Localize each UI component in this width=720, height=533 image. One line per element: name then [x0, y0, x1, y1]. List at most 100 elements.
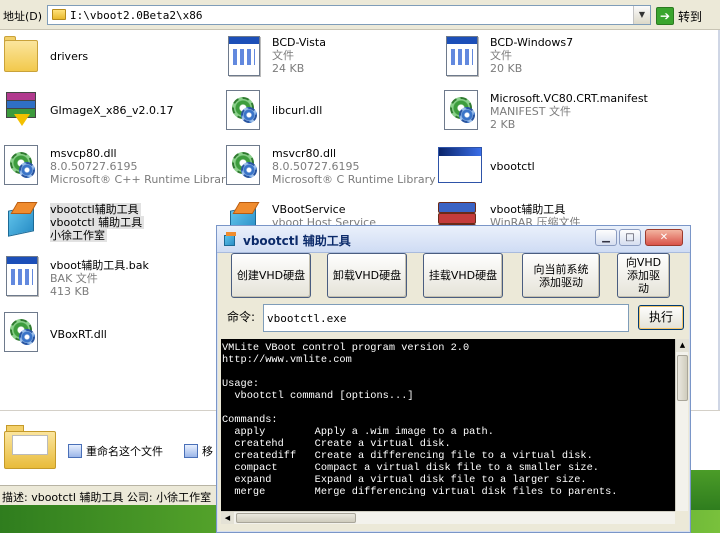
task-label: 移 — [202, 445, 213, 458]
cube-icon — [223, 232, 237, 246]
file-name: VBoxRT.dll — [50, 328, 107, 341]
file-name: vbootctl — [490, 160, 535, 173]
address-label: 地址(D) — [3, 10, 43, 23]
file-type: 文件 — [490, 49, 512, 62]
file-item-drivers[interactable]: drivers — [0, 34, 210, 90]
console-line: apply Apply a .wim image to a path. — [222, 426, 494, 438]
command-label: 命令: — [227, 310, 256, 324]
file-type: 文件 — [272, 49, 294, 62]
close-button[interactable]: ✕ — [645, 229, 683, 246]
file-description: Microsoft® C Runtime Library — [272, 173, 436, 186]
console-line: merge Merge differencing virtual disk fi… — [222, 486, 618, 498]
dll-gear-icon — [222, 143, 266, 187]
command-input[interactable]: vbootctl.exe — [263, 304, 629, 332]
folder-icon — [52, 9, 66, 20]
file-name: VBootService — [272, 203, 346, 216]
console-line: Commands: — [222, 414, 278, 426]
go-label: 转到 — [678, 9, 703, 24]
unmount-vhd-button[interactable]: 卸载VHD硬盘 — [327, 253, 407, 298]
address-input[interactable]: I:\vboot2.0Beta2\x86 ▼ — [47, 5, 651, 25]
console-line: http://www.vmlite.com — [222, 354, 352, 366]
file-company: 小徐工作室 — [50, 229, 107, 242]
console-line: expand Expand a virtual disk file to a l… — [222, 474, 587, 486]
file-name: libcurl.dll — [272, 104, 323, 117]
file-name: msvcp80.dll — [50, 147, 117, 160]
maximize-button[interactable]: □ — [619, 229, 641, 246]
minimize-button[interactable]: ▁ — [595, 229, 617, 246]
dll-gear-icon — [0, 143, 44, 187]
console-line: vbootctl command [options...] — [222, 390, 414, 402]
file-description: Microsoft® C++ Runtime Library — [50, 173, 233, 186]
file-name: BCD-Windows7 — [490, 36, 574, 49]
document-icon — [440, 34, 484, 78]
file-size: 24 KB — [272, 62, 305, 75]
execute-button[interactable]: 执行 — [638, 305, 684, 330]
move-icon — [184, 444, 198, 458]
dialog-title-bar[interactable]: vbootctl 辅助工具 ▁ □ ✕ — [217, 226, 690, 253]
file-name: Microsoft.VC80.CRT.manifest — [490, 92, 648, 105]
file-description: vbootctl 辅助工具 — [50, 216, 145, 229]
file-size: 413 KB — [50, 285, 90, 298]
file-size: 2 KB — [490, 118, 516, 131]
console-vertical-scrollbar[interactable]: ▲ — [675, 339, 689, 511]
address-path[interactable]: I:\vboot2.0Beta2\x86 — [70, 9, 202, 22]
archive-installer-icon — [0, 88, 44, 132]
file-name: BCD-Vista — [272, 36, 326, 49]
file-item-vbootctl[interactable]: vbootctl — [436, 143, 676, 199]
file-item-vc80-manifest[interactable]: Microsoft.VC80.CRT.manifest MANIFEST 文件 … — [440, 88, 680, 144]
folder-icon — [4, 425, 56, 469]
file-name: GImageX_x86_v2.0.17 — [50, 104, 174, 117]
mount-vhd-button[interactable]: 挂载VHD硬盘 — [423, 253, 503, 298]
file-item-vboxrt[interactable]: VBoxRT.dll — [0, 310, 210, 366]
console-line: createhd Create a virtual disk. — [222, 438, 451, 450]
console-horizontal-scrollbar[interactable]: ◀ — [221, 511, 675, 524]
file-type: MANIFEST 文件 — [490, 105, 571, 118]
file-name: vboot辅助工具.bak — [50, 259, 149, 272]
task-rename[interactable]: 重命名这个文件 — [68, 443, 163, 459]
console-line: compact Compact a virtual disk file to a… — [222, 462, 599, 474]
file-item-bcd-windows7[interactable]: BCD-Windows7 文件 20 KB — [440, 34, 680, 90]
chevron-down-icon[interactable]: ▼ — [633, 6, 650, 24]
status-text: 描述: vbootctl 辅助工具 公司: 小徐工作室 — [2, 491, 212, 504]
document-icon — [222, 34, 266, 78]
dialog-title: vbootctl 辅助工具 — [243, 234, 351, 248]
cube-icon — [0, 198, 44, 242]
scroll-up-icon[interactable]: ▲ — [676, 339, 689, 352]
file-item-bcd-vista[interactable]: BCD-Vista 文件 24 KB — [222, 34, 432, 90]
console-line: creatediff Create a differencing file to… — [222, 450, 593, 462]
file-item-msvcp80[interactable]: msvcp80.dll 8.0.50727.6195 Microsoft® C+… — [0, 143, 232, 199]
dll-gear-icon — [222, 88, 266, 132]
document-icon — [0, 254, 44, 298]
create-vhd-button[interactable]: 创建VHD硬盘 — [231, 253, 311, 298]
console-line: VMLite VBoot control program version 2.0 — [222, 342, 470, 354]
file-item-gimagex[interactable]: GImageX_x86_v2.0.17 — [0, 88, 210, 144]
file-name: vbootctl辅助工具 — [50, 203, 141, 216]
scroll-thumb[interactable] — [236, 513, 356, 523]
console-line: Usage: — [222, 378, 260, 390]
file-item-msvcr80[interactable]: msvcr80.dll 8.0.50727.6195 Microsoft® C … — [222, 143, 436, 199]
vbootctl-tool-dialog: vbootctl 辅助工具 ▁ □ ✕ 创建VHD硬盘 卸载VHD硬盘 挂载VH… — [216, 225, 691, 533]
add-driver-to-vhd-button[interactable]: 向VHD添加驱动 — [617, 253, 670, 298]
file-version: 8.0.50727.6195 — [272, 160, 360, 173]
file-size: 20 KB — [490, 62, 523, 75]
scroll-thumb[interactable] — [677, 355, 688, 401]
go-button[interactable]: ➔ 转到 — [656, 6, 702, 26]
task-move[interactable]: 移 — [184, 443, 213, 459]
scroll-left-icon[interactable]: ◀ — [221, 512, 234, 524]
file-type: BAK 文件 — [50, 272, 98, 285]
file-item-vbootctl-tool[interactable]: vbootctl辅助工具 vbootctl 辅助工具 小徐工作室 — [0, 198, 218, 254]
desktop-background-edge — [690, 470, 720, 510]
address-bar: 地址(D) I:\vboot2.0Beta2\x86 ▼ ➔ 转到 — [0, 0, 720, 30]
add-driver-to-system-button[interactable]: 向当前系统添加驱动 — [522, 253, 600, 298]
console-output[interactable]: VMLite VBoot control program version 2.0… — [221, 339, 675, 511]
file-name: vboot辅助工具 — [490, 203, 566, 216]
file-item-vboot-tool-bak[interactable]: vboot辅助工具.bak BAK 文件 413 KB — [0, 254, 210, 310]
dll-gear-icon — [440, 88, 484, 132]
dll-gear-icon — [0, 310, 44, 354]
rename-icon — [68, 444, 82, 458]
file-item-libcurl[interactable]: libcurl.dll — [222, 88, 432, 144]
task-label: 重命名这个文件 — [86, 445, 163, 458]
file-version: 8.0.50727.6195 — [50, 160, 138, 173]
